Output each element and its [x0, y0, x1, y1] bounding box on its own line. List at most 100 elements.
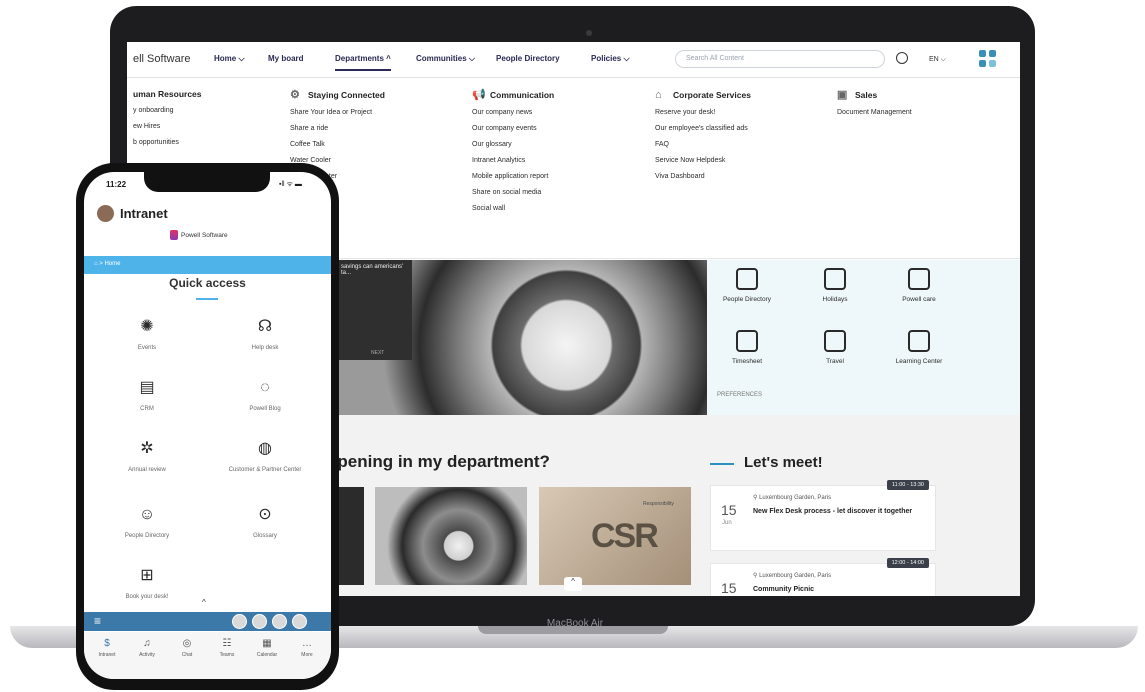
menu-item[interactable]: Share Your Idea or Project: [290, 109, 385, 116]
menu-item[interactable]: Our glossary: [472, 141, 554, 148]
tile-label: Powell Blog: [249, 406, 281, 412]
menu-heading[interactable]: Sales: [855, 90, 877, 100]
laptop-hinge-notch: [478, 626, 668, 634]
quick-link-people-directory[interactable]: People Directory: [707, 268, 787, 303]
tab-calendar[interactable]: ▦ Calendar: [248, 638, 286, 658]
menu-item[interactable]: Our company news: [472, 109, 554, 116]
menu-heading[interactable]: uman Resources: [133, 89, 202, 99]
menu-item[interactable]: Social wall: [472, 205, 554, 212]
menu-heading-row: ⌂ Corporate Services: [655, 89, 751, 101]
handshake-icon: ⚙: [290, 89, 300, 101]
section-title-lets-meet: Let's meet!: [744, 454, 823, 471]
tile-events[interactable]: ✺ Events: [92, 317, 202, 351]
nav-people-directory[interactable]: People Directory: [496, 54, 560, 63]
app-launcher-icon[interactable]: [979, 50, 997, 68]
menu-item[interactable]: Service Now Helpdesk: [655, 157, 751, 164]
hamburger-menu-icon[interactable]: ≡: [94, 615, 101, 627]
menu-item[interactable]: Share a ride: [290, 125, 385, 132]
hero-news-card[interactable]: savings can americans' ta... NEXT: [337, 260, 412, 360]
nav-my-board[interactable]: My board: [268, 54, 304, 63]
menu-item[interactable]: Our employee's classified ads: [655, 125, 751, 132]
phone-tab-bar: $ Intranet ♫ Activity ◎ Chat ☷ Teams ▦ Calend…: [84, 632, 331, 679]
event-title: Community Picnic: [753, 586, 815, 593]
menu-heading-row: 📢 Communication: [472, 89, 554, 101]
scroll-up-button[interactable]: ^: [202, 598, 206, 607]
menu-item[interactable]: Coffee Talk: [290, 141, 385, 148]
menu-item[interactable]: Mobile application report: [472, 173, 554, 180]
brand-name[interactable]: ell Software: [133, 53, 190, 65]
card-caption: Responsibility: [643, 501, 674, 507]
menu-item[interactable]: Viva Dashboard: [655, 173, 751, 180]
event-location: ⚲ Luxembourg Garden, Paris: [753, 495, 832, 501]
top-navigation: ell Software Home ⌵ My board Departments…: [127, 42, 1020, 78]
tile-annual-review[interactable]: ✲ Annual review: [92, 439, 202, 473]
section-title-happening: ppening in my department?: [327, 452, 550, 471]
next-link[interactable]: NEXT: [371, 350, 384, 356]
airplane-icon: [824, 330, 846, 352]
card-image-text: CSR: [591, 517, 659, 555]
menu-heading[interactable]: Corporate Services: [673, 90, 751, 100]
menu-item[interactable]: Document Management: [837, 109, 912, 116]
tile-label: Annual review: [128, 467, 166, 473]
tile-powell-blog[interactable]: ◌ Powell Blog: [210, 378, 320, 412]
menu-item[interactable]: Intranet Analytics: [472, 157, 554, 164]
quick-link-learning-center[interactable]: Learning Center: [879, 330, 959, 365]
tile-customer-partner-center[interactable]: ◍ Customer & Partner Center: [210, 439, 320, 473]
breadcrumb[interactable]: ⌂ > Home: [84, 256, 331, 274]
nav-departments[interactable]: Departments ^: [335, 54, 391, 71]
menu-column-communication: 📢 Communication Our company news Our comp…: [472, 89, 554, 221]
notifications-icon[interactable]: [232, 614, 247, 629]
quick-link-label: Holidays: [822, 296, 848, 303]
quick-link-powell-care[interactable]: Powell care: [879, 268, 959, 303]
menu-item[interactable]: Share on social media: [472, 189, 554, 196]
tab-intranet[interactable]: $ Intranet: [88, 638, 126, 658]
avatar[interactable]: [97, 205, 114, 222]
menu-item[interactable]: Our company events: [472, 125, 554, 132]
quick-link-label: Learning Center: [895, 358, 943, 365]
language-selector[interactable]: EN ⌵: [929, 56, 946, 64]
tile-label: Help desk: [251, 345, 279, 351]
tile-label: People Directory: [124, 533, 170, 539]
news-card[interactable]: [337, 487, 364, 585]
tile-people-directory[interactable]: ☺ People Directory: [92, 505, 202, 539]
menu-item[interactable]: Reserve your desk!: [655, 109, 751, 116]
bell-icon: ♫: [143, 638, 151, 649]
search-icon[interactable]: [252, 614, 267, 629]
news-card[interactable]: [375, 487, 527, 585]
hero-snippet: savings can americans' ta...: [341, 264, 404, 276]
settings-icon[interactable]: [292, 614, 307, 629]
building-icon: ⌂: [655, 89, 662, 101]
tab-activity[interactable]: ♫ Activity: [128, 638, 166, 658]
menu-heading[interactable]: Staying Connected: [308, 90, 385, 100]
search-input[interactable]: Search All Content: [675, 50, 885, 68]
tab-teams[interactable]: ☷ Teams: [208, 638, 246, 658]
tab-more[interactable]: … More: [288, 638, 326, 658]
quick-link-holidays[interactable]: Holidays: [795, 268, 875, 303]
menu-item[interactable]: ew Hires: [133, 123, 202, 130]
menu-item[interactable]: b opportunities: [133, 139, 202, 146]
tile-help-desk[interactable]: ☊ Help desk: [210, 317, 320, 351]
nav-home[interactable]: Home ⌵: [214, 54, 245, 64]
preferences-link[interactable]: PREFERENCES: [717, 392, 762, 398]
news-card[interactable]: Responsibility CSR: [539, 487, 691, 585]
nav-policies[interactable]: Policies ⌵: [591, 54, 630, 64]
quick-link-travel[interactable]: Travel: [795, 330, 875, 365]
tile-book-your-desk[interactable]: ⊞ Book your desk!: [92, 566, 202, 600]
chat-bubble-icon: ◌: [260, 379, 270, 396]
quick-link-timesheet[interactable]: Timesheet: [707, 330, 787, 365]
tab-chat[interactable]: ◎ Chat: [168, 638, 206, 658]
intranet-icon: $: [104, 638, 110, 649]
event-card[interactable]: 12:00 - 14:00 15 ⚲ Luxembourg Garden, Pa…: [710, 558, 936, 596]
event-card[interactable]: 11:00 - 13:30 15 Jun ⚲ Luxembourg Garden…: [710, 480, 936, 551]
favorites-icon[interactable]: [272, 614, 287, 629]
people-icon: ☺: [138, 506, 156, 523]
scroll-up-button[interactable]: ^: [564, 577, 582, 591]
nav-communities[interactable]: Communities ⌵: [416, 54, 475, 64]
search-icon[interactable]: [896, 52, 908, 64]
menu-item[interactable]: y onboarding: [133, 107, 202, 114]
tile-label: Book your desk!: [125, 594, 169, 600]
menu-item[interactable]: FAQ: [655, 141, 751, 148]
tile-glossary[interactable]: ⊙ Glossary: [210, 505, 320, 539]
menu-heading[interactable]: Communication: [490, 90, 554, 100]
tile-crm[interactable]: ▤ CRM: [92, 378, 202, 412]
